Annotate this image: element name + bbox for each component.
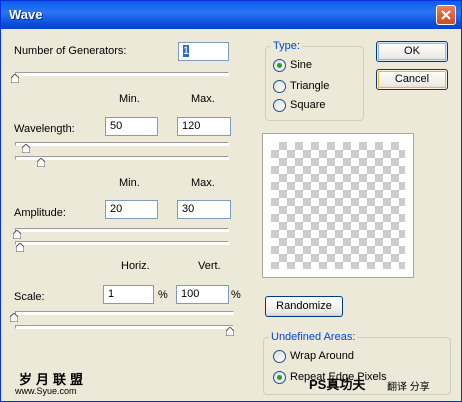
close-button[interactable] bbox=[436, 5, 456, 25]
wavelength-label: Wavelength: bbox=[14, 123, 75, 135]
watermark-url: www.Syue.com bbox=[15, 386, 77, 396]
scale-vert-unit: % bbox=[231, 289, 241, 301]
preview-pane bbox=[262, 133, 414, 278]
wavelength-min-slider-track[interactable] bbox=[15, 142, 229, 146]
type-radio-square[interactable] bbox=[273, 99, 286, 112]
type-option-triangle[interactable]: Triangle bbox=[290, 80, 329, 92]
scale-horiz-slider-thumb[interactable] bbox=[10, 313, 18, 322]
generators-input[interactable]: 1 bbox=[178, 42, 229, 61]
amplitude-min-input[interactable]: 20 bbox=[105, 200, 158, 219]
wavelength-max-input[interactable]: 120 bbox=[177, 117, 231, 136]
wavelength-min-slider-thumb[interactable] bbox=[22, 144, 30, 153]
scale-vert-slider-thumb[interactable] bbox=[226, 327, 234, 336]
randomize-button[interactable]: Randomize bbox=[265, 296, 343, 317]
wrap-around-radio[interactable] bbox=[273, 350, 286, 363]
scale-vert-input[interactable]: 100 bbox=[176, 285, 229, 304]
cancel-button[interactable]: Cancel bbox=[376, 69, 448, 90]
amplitude-min-slider-thumb[interactable] bbox=[13, 230, 21, 239]
max-header-2: Max. bbox=[191, 177, 215, 189]
scale-horiz-input[interactable]: 1 bbox=[103, 285, 154, 304]
wavelength-max-slider-track[interactable] bbox=[15, 156, 229, 160]
wrap-around-label[interactable]: Wrap Around bbox=[290, 350, 354, 362]
wave-dialog: Wave Number of Generators: 1 Min. Max. W… bbox=[0, 0, 462, 402]
type-group-title: Type: bbox=[271, 40, 302, 52]
amplitude-min-slider-track[interactable] bbox=[15, 228, 229, 232]
amplitude-max-slider-thumb[interactable] bbox=[16, 243, 24, 252]
ok-button[interactable]: OK bbox=[376, 41, 448, 62]
transparency-grid bbox=[271, 142, 405, 269]
type-option-square[interactable]: Square bbox=[290, 99, 325, 111]
amplitude-label: Amplitude: bbox=[14, 207, 66, 219]
scale-label: Scale: bbox=[14, 291, 45, 303]
scale-horiz-slider-track[interactable] bbox=[15, 311, 234, 315]
amplitude-max-input[interactable]: 30 bbox=[177, 200, 231, 219]
scale-vert-slider-track[interactable] bbox=[15, 325, 234, 329]
vert-header: Vert. bbox=[198, 260, 221, 272]
watermark-tagline: 翻译 分享 bbox=[387, 382, 430, 393]
title-bar[interactable]: Wave bbox=[1, 1, 461, 29]
wavelength-min-input[interactable]: 50 bbox=[105, 117, 158, 136]
type-radio-sine[interactable] bbox=[273, 59, 286, 72]
max-header: Max. bbox=[191, 93, 215, 105]
min-header: Min. bbox=[119, 93, 140, 105]
repeat-edge-pixels-radio[interactable] bbox=[273, 371, 286, 384]
min-header-2: Min. bbox=[119, 177, 140, 189]
wavelength-max-slider-thumb[interactable] bbox=[37, 158, 45, 167]
amplitude-max-slider-track[interactable] bbox=[15, 241, 229, 245]
type-option-sine[interactable]: Sine bbox=[290, 59, 312, 71]
undefined-areas-title: Undefined Areas: bbox=[269, 331, 358, 343]
type-radio-triangle[interactable] bbox=[273, 80, 286, 93]
close-icon bbox=[441, 10, 451, 20]
generators-slider-thumb[interactable] bbox=[11, 74, 19, 83]
horiz-header: Horiz. bbox=[121, 260, 150, 272]
generators-slider-track[interactable] bbox=[15, 72, 229, 76]
scale-horiz-unit: % bbox=[158, 289, 168, 301]
window-title: Wave bbox=[9, 7, 43, 22]
watermark-brand: PS真功夫 bbox=[309, 377, 366, 392]
generators-label: Number of Generators: bbox=[14, 45, 127, 57]
